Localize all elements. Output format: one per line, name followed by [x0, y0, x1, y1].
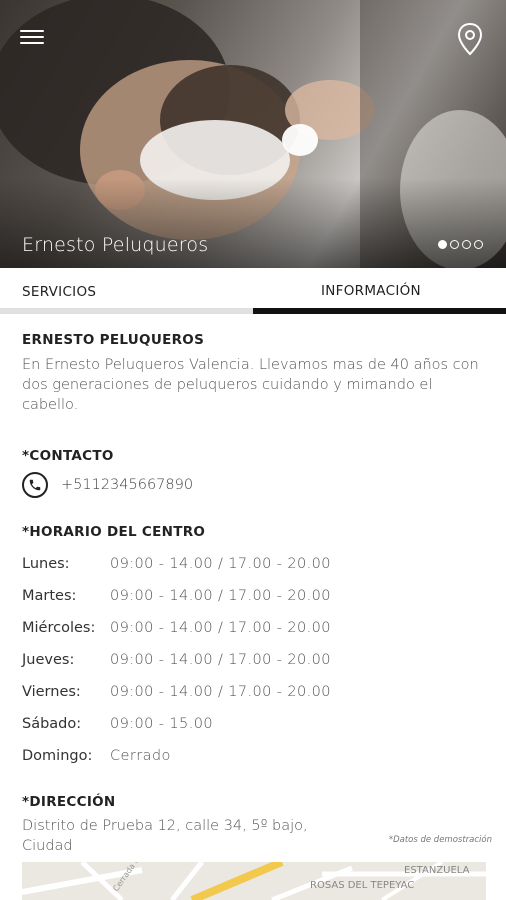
tab-informacion[interactable]: INFORMACIÓN [253, 268, 506, 314]
phone-number[interactable]: +5112345667890 [61, 477, 193, 493]
map-label: ESTANZUELA [404, 865, 470, 876]
about-text: En Ernesto Peluqueros Valencia. Llevamos… [22, 357, 479, 413]
about-title: ERNESTO PELUQUEROS [22, 332, 205, 348]
contact-row[interactable]: +5112345667890 [22, 472, 492, 498]
location-pin-icon[interactable] [456, 22, 484, 56]
menu-icon[interactable] [20, 26, 44, 50]
schedule-hours: 09:00 - 14.00 / 17.00 - 20.00 [110, 588, 331, 604]
schedule-hours: 09:00 - 14.00 / 17.00 - 20.00 [110, 652, 331, 668]
carousel-dot[interactable] [462, 240, 471, 249]
map-label: ROSAS DEL TEPEYAC [310, 880, 414, 891]
schedule-row: Sábado: 09:00 - 15.00 [22, 708, 492, 740]
carousel-dot[interactable] [438, 240, 447, 249]
address-title: *DIRECCIÓN [22, 794, 116, 810]
schedule-hours: 09:00 - 15.00 [110, 716, 213, 732]
schedule-day: Martes: [22, 588, 77, 604]
schedule-hours: 09:00 - 14.00 / 17.00 - 20.00 [110, 684, 331, 700]
carousel-indicator[interactable] [438, 240, 483, 249]
schedule-day: Miércoles: [22, 620, 96, 636]
address-line-1: Distrito de Prueba 12, calle 34, 5º bajo… [22, 818, 308, 834]
schedule-hours: 09:00 - 14.00 / 17.00 - 20.00 [110, 620, 331, 636]
tab-servicios[interactable]: SERVICIOS [0, 268, 253, 314]
schedule-title: *HORARIO DEL CENTRO [22, 524, 206, 540]
tab-bar: SERVICIOS INFORMACIÓN [0, 268, 506, 314]
schedule-row: Viernes: 09:00 - 14.00 / 17.00 - 20.00 [22, 676, 492, 708]
carousel-dot[interactable] [474, 240, 483, 249]
schedule-row: Lunes: 09:00 - 14.00 / 17.00 - 20.00 [22, 548, 492, 580]
map-graphic: ESTANZUELA ROSAS DEL TEPEYAC Cerrada Coq… [22, 862, 486, 900]
schedule-hours: Cerrado [110, 748, 171, 764]
demo-data-note: *Datos de demostración [388, 835, 492, 845]
tab-servicios-label: SERVICIOS [22, 284, 97, 300]
hero-banner: Ernesto Peluqueros [0, 0, 506, 268]
info-content: ERNESTO PELUQUEROS En Ernesto Peluqueros… [22, 314, 492, 856]
schedule-day: Lunes: [22, 556, 70, 572]
tab-informacion-label: INFORMACIÓN [321, 283, 421, 299]
schedule-day: Jueves: [22, 652, 75, 668]
schedule-row: Miércoles: 09:00 - 14.00 / 17.00 - 20.00 [22, 612, 492, 644]
schedule-row: Martes: 09:00 - 14.00 / 17.00 - 20.00 [22, 580, 492, 612]
contact-title: *CONTACTO [22, 448, 114, 464]
phone-icon[interactable] [22, 472, 48, 498]
location-map[interactable]: ESTANZUELA ROSAS DEL TEPEYAC Cerrada Coq… [22, 862, 486, 900]
schedule-day: Viernes: [22, 684, 81, 700]
carousel-dot[interactable] [450, 240, 459, 249]
schedule-row: Domingo: Cerrado [22, 740, 492, 772]
schedule-day: Domingo: [22, 748, 93, 764]
schedule-list: Lunes: 09:00 - 14.00 / 17.00 - 20.00 Mar… [22, 548, 492, 772]
salon-name: Ernesto Peluqueros [22, 234, 209, 256]
schedule-row: Jueves: 09:00 - 14.00 / 17.00 - 20.00 [22, 644, 492, 676]
schedule-day: Sábado: [22, 716, 82, 732]
schedule-hours: 09:00 - 14.00 / 17.00 - 20.00 [110, 556, 331, 572]
